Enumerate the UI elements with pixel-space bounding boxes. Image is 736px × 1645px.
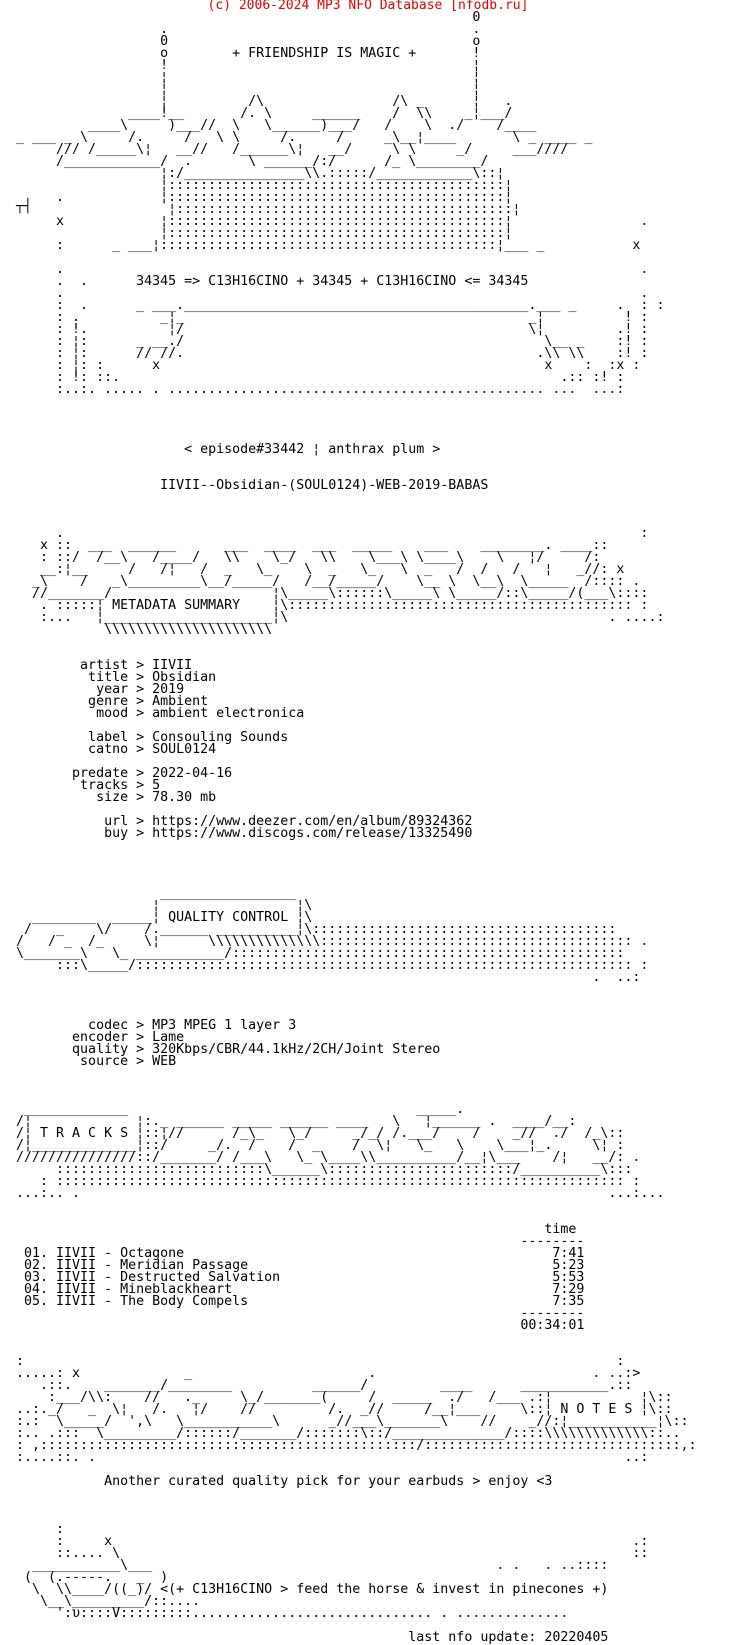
nfo-line [0, 840, 696, 852]
nfo-line: source > WEB [0, 1054, 177, 1069]
nfo-line [0, 636, 696, 648]
nfo-line: < episode#33442 ¦ anthrax plum > [0, 442, 441, 457]
nfo-line: \ \\____/((_)/ <(+ C13H16CINO > feed the… [0, 1582, 609, 1597]
nfo-line [0, 1200, 696, 1212]
nfo-line: mood > ambient electronica [0, 706, 305, 721]
nfo-line: \\\\\\\\\\\\\\\\\\\\\ [0, 622, 273, 637]
nfo-line: catno > SOUL0124 [0, 742, 217, 757]
nfo-line [0, 504, 696, 516]
nfo-line: : _ ___¦::::::::::::::::::::::::::::::::… [0, 238, 641, 253]
nfo-line [0, 852, 696, 864]
nfo-line [0, 408, 696, 420]
nfo-line [0, 1080, 696, 1092]
nfo-line: IIVII--Obsidian-(SOUL0124)-WEB-2019-BABA… [0, 478, 489, 493]
nfo-line [0, 1500, 696, 1512]
nfo-line: 00:34:01 [0, 1318, 585, 1333]
nfo-text: 0 . . 0 o o + FRIENDSHIP IS MAGIC + ! ! … [0, 11, 696, 1645]
nfo-line [0, 984, 696, 996]
nfo-line [0, 456, 696, 468]
nfo-line: \__\_________/::.... [0, 1594, 201, 1609]
nfo-line [0, 1620, 696, 1632]
nfo-line [0, 492, 696, 504]
nfo-line [0, 420, 696, 432]
nfo-line: ':υ::::V:::::::::.......................… [0, 1606, 569, 1621]
nfo-line [0, 864, 696, 876]
nfo-line: :..:. ..... . ..........................… [0, 382, 625, 397]
nfo-line [0, 1332, 696, 1344]
nfo-line: . ..: [0, 970, 641, 985]
nfo-line [0, 396, 696, 408]
nfo-line [0, 996, 696, 1008]
nfo-line: last nfo update: 20220405 [0, 1630, 609, 1645]
nfo-line [0, 1512, 696, 1524]
nfo-line[interactable]: buy > https://www.discogs.com/release/13… [0, 827, 696, 840]
nfo-line: size > 78.30 mb [0, 790, 217, 805]
nfo-line: :....::. . ..: [0, 1450, 649, 1465]
nfo-line [0, 1488, 696, 1500]
nfo-line: ...:.. . ...:... [0, 1186, 665, 1201]
nfo-line: Another curated quality pick for your ea… [0, 1474, 553, 1489]
nfo-line [0, 1068, 696, 1080]
